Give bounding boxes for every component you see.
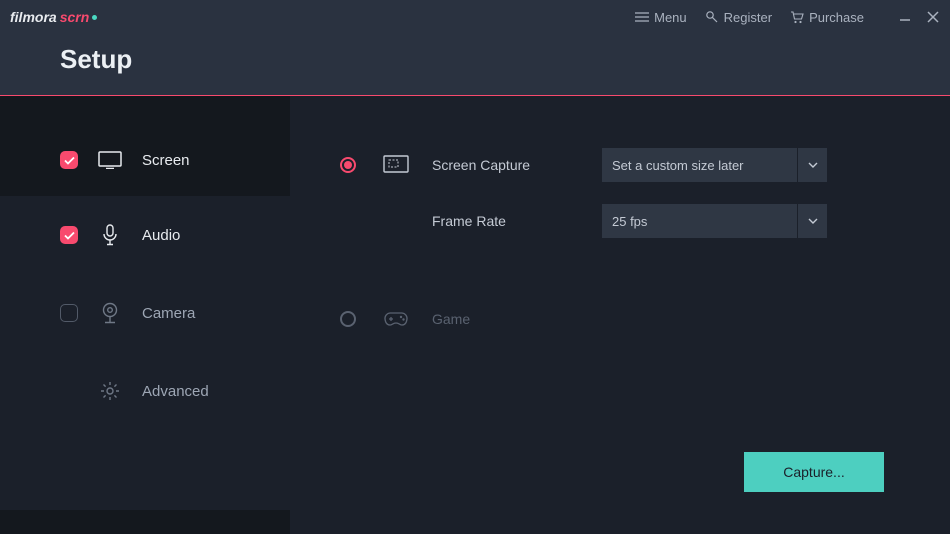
sidebar-item-camera[interactable]: Camera — [0, 274, 290, 352]
close-button[interactable] — [926, 10, 940, 24]
sidebar-item-screen[interactable]: Screen — [0, 124, 290, 196]
register-label: Register — [724, 10, 772, 25]
window-controls — [898, 10, 940, 24]
capture-button-label: Capture... — [783, 464, 844, 480]
webcam-icon — [98, 301, 122, 325]
sidebar-label-audio: Audio — [142, 227, 180, 244]
option-frame-rate: Frame Rate 25 fps — [340, 204, 884, 238]
chevron-down-icon — [797, 204, 827, 238]
label-game: Game — [432, 311, 602, 327]
minimize-button[interactable] — [898, 10, 912, 24]
screen-icon — [98, 148, 122, 172]
select-frame-rate-value: 25 fps — [612, 214, 647, 229]
menu-button[interactable]: Menu — [635, 10, 687, 25]
sidebar-filler — [0, 430, 290, 510]
frame-rate-icon-blank — [382, 210, 410, 232]
gear-icon — [98, 379, 122, 403]
sidebar-label-advanced: Advanced — [142, 383, 209, 400]
sidebar-item-advanced[interactable]: Advanced — [0, 352, 290, 430]
capture-button[interactable]: Capture... — [744, 452, 884, 492]
label-screen-capture: Screen Capture — [432, 157, 602, 173]
sidebar-label-screen: Screen — [142, 152, 190, 169]
purchase-button[interactable]: Purchase — [790, 10, 864, 25]
select-screen-size[interactable]: Set a custom size later — [602, 148, 827, 182]
cart-icon — [790, 11, 804, 24]
app-logo: filmora scrn — [10, 9, 97, 25]
chevron-down-icon — [797, 148, 827, 182]
sidebar: Screen Audio Camera Advanced — [0, 96, 290, 534]
microphone-icon — [98, 223, 122, 247]
logo-word-scrn: scrn — [60, 9, 90, 25]
titlebar-actions: Menu Register Purchase — [635, 10, 940, 25]
menu-label: Menu — [654, 10, 687, 25]
select-screen-size-value: Set a custom size later — [612, 158, 744, 173]
titlebar: filmora scrn Menu Register Purchase — [0, 0, 950, 34]
select-frame-rate[interactable]: 25 fps — [602, 204, 827, 238]
radio-screen-capture[interactable] — [340, 157, 356, 173]
label-frame-rate: Frame Rate — [432, 213, 602, 229]
page-title: Setup — [60, 44, 132, 75]
checkbox-screen[interactable] — [60, 151, 78, 169]
radio-game[interactable] — [340, 311, 356, 327]
option-screen-capture: Screen Capture Set a custom size later — [340, 148, 884, 182]
key-icon — [705, 10, 719, 24]
checkbox-audio[interactable] — [60, 226, 78, 244]
purchase-label: Purchase — [809, 10, 864, 25]
hamburger-icon — [635, 12, 649, 22]
logo-dot-icon — [92, 15, 97, 20]
register-button[interactable]: Register — [705, 10, 772, 25]
main-area: Screen Audio Camera Advanced — [0, 96, 950, 534]
gamepad-icon — [382, 308, 410, 330]
logo-word-filmora: filmora — [10, 9, 57, 25]
content-panel: Screen Capture Set a custom size later F… — [290, 96, 950, 534]
sidebar-item-audio[interactable]: Audio — [0, 196, 290, 274]
setup-header: Setup — [0, 34, 950, 96]
option-game: Game — [340, 308, 884, 330]
sidebar-label-camera: Camera — [142, 305, 195, 322]
checkbox-camera[interactable] — [60, 304, 78, 322]
screen-capture-icon — [382, 154, 410, 176]
